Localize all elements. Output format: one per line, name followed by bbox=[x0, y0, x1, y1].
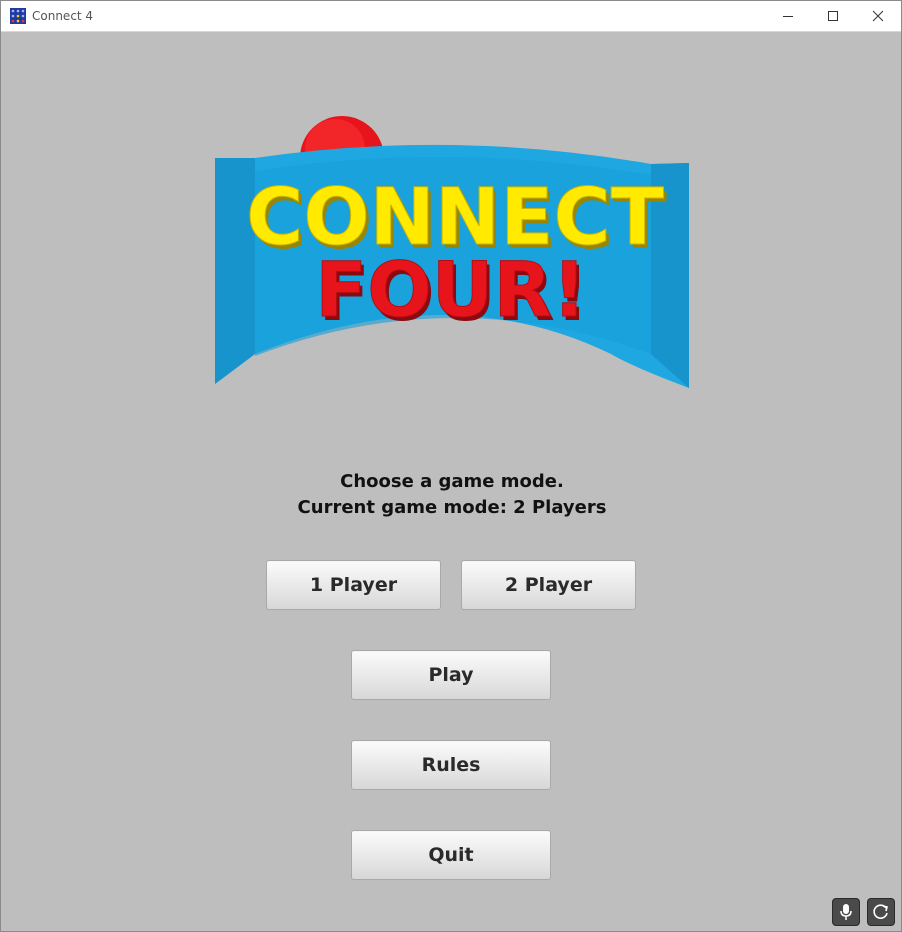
current-mode-label: Current game mode: 2 Players bbox=[297, 497, 607, 518]
connect-four-logo: CONNECT CONNECT FOUR! FOUR! bbox=[215, 116, 689, 388]
two-player-button[interactable]: 2 Player bbox=[461, 560, 636, 610]
rules-button[interactable]: Rules bbox=[351, 740, 551, 790]
logo-line2: FOUR! bbox=[315, 245, 586, 334]
refresh-icon bbox=[873, 904, 888, 919]
close-icon bbox=[872, 10, 884, 22]
microphone-icon bbox=[840, 904, 852, 920]
maximize-button[interactable] bbox=[810, 1, 856, 31]
maximize-icon bbox=[828, 11, 838, 21]
title-bar: Connect 4 bbox=[1, 1, 901, 32]
mode-prompt: Choose a game mode. bbox=[340, 471, 564, 492]
window-title: Connect 4 bbox=[32, 9, 94, 23]
app-icon bbox=[10, 8, 26, 24]
minimize-button[interactable] bbox=[765, 1, 811, 31]
minimize-icon bbox=[783, 16, 793, 17]
play-button[interactable]: Play bbox=[351, 650, 551, 700]
app-window: Connect 4 CONNECT CONNECT FOUR! FOUR! Ch… bbox=[0, 0, 902, 932]
quit-button[interactable]: Quit bbox=[351, 830, 551, 880]
one-player-button[interactable]: 1 Player bbox=[266, 560, 441, 610]
microphone-button[interactable] bbox=[832, 898, 860, 926]
close-button[interactable] bbox=[855, 1, 901, 31]
refresh-button[interactable] bbox=[867, 898, 895, 926]
